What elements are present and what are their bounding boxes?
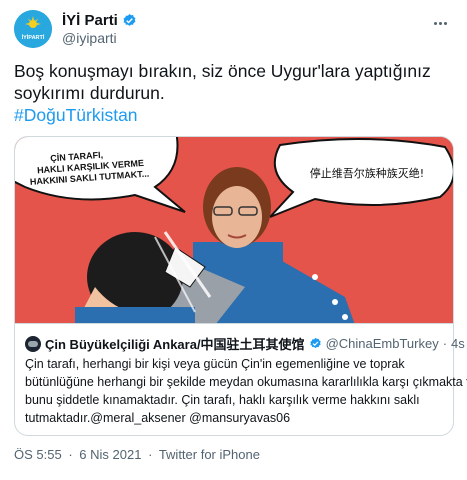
party-logo-icon: İYİPARTİ [14, 10, 52, 48]
quoted-tweet-header: Çin Büyükelçiliği Ankara/中国驻土耳其使馆 @China… [25, 334, 465, 353]
tweet-text-line: Boş konuşmayı bırakın, siz önce Uygur'la… [14, 61, 431, 81]
separator-dot: · [148, 447, 153, 462]
author-name[interactable]: İYİ Parti [62, 12, 118, 29]
more-horizontal-icon [433, 21, 437, 25]
avatar-text: İYİPARTİ [22, 34, 45, 41]
right-speech-text: 停止维吾尔族种族灭绝! [310, 166, 424, 180]
quoted-text-line: Çin tarafı, herhangi bir kişi veya gücün… [25, 357, 405, 371]
quoted-text-line: bütünlüğüne herhangi bir şekilde meydan … [25, 375, 467, 389]
separator-dot: · [442, 336, 448, 351]
tweet-date[interactable]: 6 Nis 2021 [79, 447, 141, 462]
quoted-timestamp[interactable]: 4s [451, 336, 465, 351]
author-handle[interactable]: @iyiparti [62, 30, 117, 46]
more-dot [438, 21, 442, 25]
verified-badge-icon [309, 337, 321, 349]
more-options-button[interactable] [429, 14, 451, 32]
tweet-source[interactable]: Twitter for iPhone [159, 447, 260, 462]
tweet-meta: ÖS 5:55 · 6 Nis 2021 · Twitter for iPhon… [14, 447, 263, 462]
tweet-text-line: soykırımı durdurun. [14, 83, 165, 103]
quoted-author-handle[interactable]: @ChinaEmbTurkey [326, 336, 439, 351]
tweet-media[interactable]: ÇİN TARAFI, HAKLI KARŞILIK VERME HAKKINI… [14, 136, 454, 324]
quoted-tweet[interactable]: Çin Büyükelçiliği Ankara/中国驻土耳其使馆 @China… [14, 323, 467, 436]
tweet-text: Boş konuşmayı bırakın, siz önce Uygur'la… [14, 60, 454, 126]
author-avatar[interactable]: İYİPARTİ [14, 10, 52, 48]
separator-dot: · [68, 447, 73, 462]
tweet: İYİPARTİ İYİ Parti @iyiparti Boş konuşma… [0, 0, 467, 480]
quoted-tweet-text: Çin tarafı, herhangi bir kişi veya gücün… [25, 355, 467, 427]
quoted-text-line: bunu şiddetle kınamaktadır. Çin tarafı, … [25, 393, 420, 407]
verified-badge-icon [123, 13, 136, 26]
hashtag-link[interactable]: #DoğuTürkistan [14, 104, 454, 126]
woman-face [212, 186, 262, 248]
meme-illustration: ÇİN TARAFI, HAKLI KARŞILIK VERME HAKKINI… [15, 137, 453, 323]
embassy-logo-icon [28, 340, 38, 347]
man-costume [75, 307, 195, 323]
quoted-text-line: tutmaktadır.@meral_aksener @mansuryavas0… [25, 411, 291, 425]
quoted-author-name[interactable]: Çin Büyükelçiliği Ankara/中国驻土耳其使馆 [45, 334, 305, 353]
quoted-author-avatar[interactable] [25, 335, 41, 352]
more-dot [443, 21, 447, 25]
tweet-time[interactable]: ÖS 5:55 [14, 447, 62, 462]
author-name-row: İYİ Parti [62, 12, 137, 29]
